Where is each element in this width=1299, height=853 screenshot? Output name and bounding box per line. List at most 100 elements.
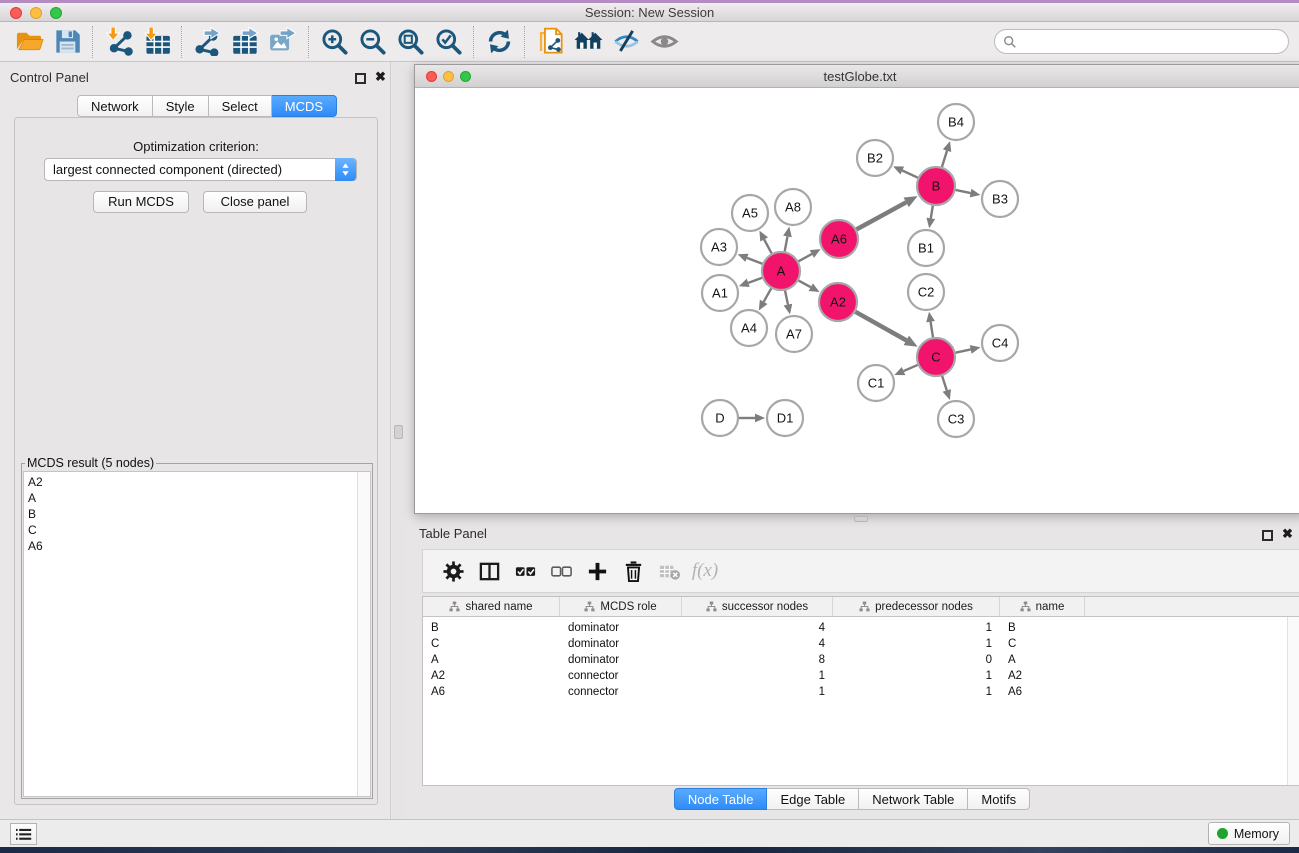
zoom-out-icon[interactable] <box>353 25 391 59</box>
export-image-icon[interactable] <box>264 25 302 59</box>
table-cell[interactable]: A2 <box>423 668 560 684</box>
table-row[interactable]: A6connector11A6 <box>423 684 1299 700</box>
tab-select[interactable]: Select <box>209 95 272 117</box>
graph-node-A6[interactable]: A6 <box>820 220 858 258</box>
float-table-panel-icon[interactable] <box>1262 530 1273 541</box>
graph-edge[interactable] <box>799 254 812 261</box>
table-cell[interactable]: B <box>423 620 560 636</box>
table-scrollbar[interactable] <box>1287 617 1299 785</box>
column-header-MCDS-role[interactable]: MCDS role <box>560 597 682 616</box>
network-window-titlebar[interactable]: testGlobe.txt <box>415 65 1299 88</box>
table-cell[interactable]: 8 <box>682 652 833 668</box>
run-mcds-button[interactable]: Run MCDS <box>93 191 189 213</box>
search-input[interactable] <box>1017 32 1288 52</box>
table-cell[interactable]: dominator <box>560 652 682 668</box>
delete-columns-icon[interactable] <box>615 554 651 588</box>
table-cell[interactable]: 1 <box>682 684 833 700</box>
zoom-selected-icon[interactable] <box>429 25 467 59</box>
refresh-layout-icon[interactable] <box>480 25 518 59</box>
close-table-panel-icon[interactable]: ✖ <box>1282 526 1293 542</box>
graph-edge[interactable] <box>942 151 947 167</box>
table-cell[interactable]: 1 <box>682 668 833 684</box>
graph-edge[interactable] <box>748 278 762 283</box>
show-all-columns-icon[interactable] <box>507 554 543 588</box>
close-panel-button[interactable]: Close panel <box>203 191 307 213</box>
column-header-successor-nodes[interactable]: successor nodes <box>682 597 833 616</box>
table-cell[interactable]: A6 <box>1000 684 1085 700</box>
table-cell[interactable]: connector <box>560 668 682 684</box>
search-box[interactable] <box>994 29 1289 54</box>
table-cell[interactable]: dominator <box>560 636 682 652</box>
graph-node-A7[interactable]: A7 <box>776 316 812 352</box>
memory-button[interactable]: Memory <box>1208 822 1290 845</box>
graph-edge[interactable] <box>942 376 947 390</box>
table-row[interactable]: A2connector11A2 <box>423 668 1299 684</box>
table-cell[interactable]: 1 <box>833 636 1000 652</box>
table-cell[interactable]: 1 <box>833 684 1000 700</box>
network-canvas[interactable]: B4B2BB3A5A8A6B1A3AA1C2A2A4A7C4CC1C3DD1 <box>415 88 1299 513</box>
graph-edge[interactable] <box>956 190 971 193</box>
graph-edge[interactable] <box>931 322 933 338</box>
column-header-shared-name[interactable]: shared name <box>423 597 560 616</box>
column-header-predecessor-nodes[interactable]: predecessor nodes <box>833 597 1000 616</box>
table-cell[interactable]: A2 <box>1000 668 1085 684</box>
graph-node-B2[interactable]: B2 <box>857 140 893 176</box>
split-handle[interactable] <box>394 425 403 439</box>
mcds-result-item[interactable]: A6 <box>24 538 370 554</box>
graph-edge[interactable] <box>799 281 811 288</box>
graph-node-A5[interactable]: A5 <box>732 195 768 231</box>
mcds-result-item[interactable]: C <box>24 522 370 538</box>
hide-selected-icon[interactable] <box>607 25 645 59</box>
graph-node-B1[interactable]: B1 <box>908 230 944 266</box>
table-cell[interactable]: A <box>1000 652 1085 668</box>
mcds-result-item[interactable]: B <box>24 506 370 522</box>
create-column-icon[interactable] <box>579 554 615 588</box>
table-row[interactable]: Cdominator41C <box>423 636 1299 652</box>
graph-edge[interactable] <box>764 239 771 253</box>
graph-edge[interactable] <box>747 258 762 264</box>
open-folder-icon[interactable] <box>10 25 48 59</box>
mcds-result-item[interactable]: A <box>24 490 370 506</box>
graph-node-A2[interactable]: A2 <box>819 283 857 321</box>
table-cell[interactable]: dominator <box>560 620 682 636</box>
tab-motifs[interactable]: Motifs <box>968 788 1030 810</box>
import-network-icon[interactable] <box>99 25 137 59</box>
first-neighbors-icon[interactable] <box>569 25 607 59</box>
tab-mcds[interactable]: MCDS <box>272 95 337 117</box>
graph-edge[interactable] <box>931 206 933 219</box>
graph-edge[interactable] <box>902 171 918 178</box>
attribute-settings-icon[interactable] <box>435 554 471 588</box>
float-panel-icon[interactable] <box>355 73 366 84</box>
new-session-from-network-icon[interactable] <box>531 25 569 59</box>
table-cell[interactable]: connector <box>560 684 682 700</box>
show-panel-list-button[interactable] <box>10 823 37 845</box>
zoom-in-icon[interactable] <box>315 25 353 59</box>
graph-node-B4[interactable]: B4 <box>938 104 974 140</box>
table-cell[interactable]: 1 <box>833 620 1000 636</box>
mcds-result-item[interactable]: A2 <box>24 474 370 490</box>
graph-node-A1[interactable]: A1 <box>702 275 738 311</box>
graph-node-C[interactable]: C <box>917 338 955 376</box>
graph-edge[interactable] <box>785 236 788 251</box>
graph-node-C2[interactable]: C2 <box>908 274 944 310</box>
graph-node-C4[interactable]: C4 <box>982 325 1018 361</box>
graph-node-D1[interactable]: D1 <box>767 400 803 436</box>
tab-style[interactable]: Style <box>153 95 209 117</box>
tab-node-table[interactable]: Node Table <box>674 788 768 810</box>
table-cell[interactable]: C <box>423 636 560 652</box>
export-table-icon[interactable] <box>226 25 264 59</box>
graph-edge[interactable] <box>956 349 971 352</box>
close-panel-icon[interactable]: ✖ <box>375 69 386 85</box>
save-session-icon[interactable] <box>48 25 86 59</box>
tab-network-table[interactable]: Network Table <box>859 788 968 810</box>
table-row[interactable]: Adominator80A <box>423 652 1299 668</box>
show-all-icon[interactable] <box>645 25 683 59</box>
table-cell[interactable]: 4 <box>682 636 833 652</box>
graph-edge[interactable] <box>904 365 918 371</box>
vertical-split-divider[interactable] <box>392 62 405 819</box>
graph-node-B3[interactable]: B3 <box>982 181 1018 217</box>
criterion-select[interactable]: largest connected component (directed) <box>44 158 357 181</box>
export-network-icon[interactable] <box>188 25 226 59</box>
graph-node-D[interactable]: D <box>702 400 738 436</box>
zoom-fit-icon[interactable] <box>391 25 429 59</box>
